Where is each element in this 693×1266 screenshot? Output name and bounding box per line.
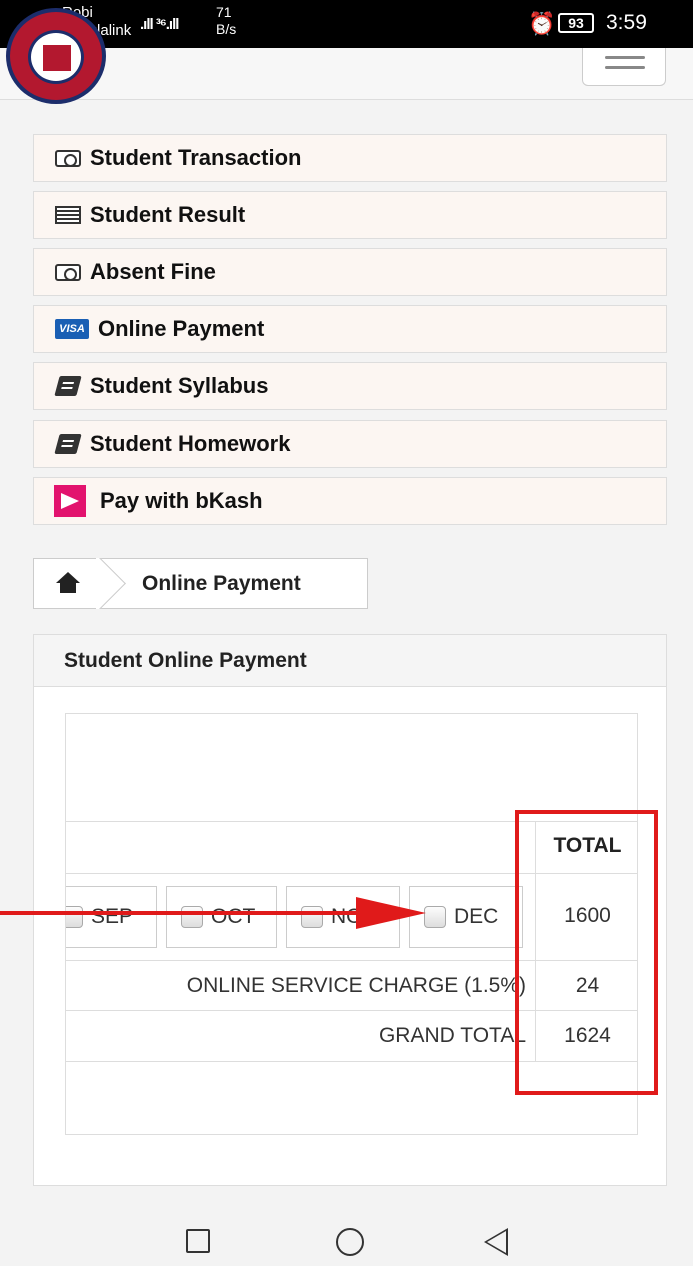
menu-item-label: Student Result — [90, 202, 246, 227]
hamburger-menu-button[interactable] — [582, 48, 666, 86]
money-bill-icon — [54, 148, 82, 168]
list-icon — [54, 205, 82, 225]
breadcrumb: Online Payment — [33, 558, 368, 609]
month-label: OCT — [211, 905, 256, 928]
circle-home-icon[interactable] — [336, 1228, 364, 1256]
month-checkbox[interactable] — [66, 906, 83, 928]
money-bill-icon — [54, 262, 82, 282]
network-speed: 71 B/s — [216, 4, 236, 38]
month-label: DEC — [454, 905, 499, 928]
triangle-back-icon[interactable] — [484, 1228, 508, 1256]
month-checkbox[interactable] — [301, 906, 323, 928]
hamburger-line — [605, 66, 645, 69]
breadcrumb-current: Online Payment — [142, 572, 301, 595]
home-icon[interactable] — [56, 572, 80, 594]
grand-total-label: GRAND TOTAL — [378, 1024, 526, 1047]
month-option-dec[interactable]: DEC — [409, 886, 523, 948]
menu-item-label: Online Payment — [98, 316, 265, 341]
network-speed-value: 71 — [216, 4, 232, 20]
alarm-clock-icon: ⏰ — [528, 11, 556, 36]
menu-item-student-transaction[interactable]: Student Transaction — [33, 134, 667, 182]
book-icon — [54, 376, 82, 396]
menu-item-label: Student Homework — [90, 431, 291, 456]
month-option-oct[interactable]: OCT — [166, 886, 277, 948]
menu-item-student-syllabus[interactable]: Student Syllabus — [33, 362, 667, 410]
menu-item-label: Student Syllabus — [90, 373, 269, 398]
app-header — [0, 8, 693, 104]
book-icon — [54, 434, 82, 454]
visa-card-icon: VISA — [54, 319, 90, 339]
signal-strength-icon: .ıll ³⁶.ıll — [140, 16, 179, 33]
menu-item-label: Absent Fine — [90, 259, 216, 284]
highlight-box — [515, 810, 658, 1095]
menu-item-label: Pay with bKash — [100, 488, 263, 513]
hamburger-line — [605, 56, 645, 59]
panel-title: Student Online Payment — [34, 635, 666, 687]
status-bar: Robi Banglalink .ıll ³⁶.ıll 71 B/s ⏰ 93 … — [0, 0, 693, 48]
menu-item-pay-with-bkash[interactable]: Pay with bKash — [33, 477, 667, 525]
annotation-arrow-head — [356, 897, 426, 929]
month-checkbox[interactable] — [181, 906, 203, 928]
breadcrumb-separator — [96, 558, 146, 609]
status-time: 3:59 — [606, 11, 647, 34]
network-speed-unit: B/s — [216, 21, 237, 37]
annotation-arrow — [0, 911, 400, 915]
menu-item-student-homework[interactable]: Student Homework — [33, 420, 667, 468]
menu-item-label: Student Transaction — [90, 145, 302, 170]
service-charge-label: ONLINE SERVICE CHARGE (1.5%) — [186, 974, 526, 997]
bkash-icon — [54, 485, 86, 517]
menu-item-student-result[interactable]: Student Result — [33, 191, 667, 239]
school-logo-icon[interactable] — [6, 8, 106, 104]
month-option-sep[interactable]: SEP — [66, 886, 157, 948]
square-recents-icon[interactable] — [186, 1229, 210, 1253]
system-nav-bar — [0, 1208, 693, 1266]
logo-emblem — [28, 30, 84, 84]
menu-item-online-payment[interactable]: VISA Online Payment — [33, 305, 667, 353]
menu-item-absent-fine[interactable]: Absent Fine — [33, 248, 667, 296]
month-checkbox[interactable] — [424, 906, 446, 928]
month-label: SEP — [91, 905, 134, 928]
logo-book-icon — [43, 45, 71, 71]
battery-indicator: 93 — [558, 13, 594, 33]
